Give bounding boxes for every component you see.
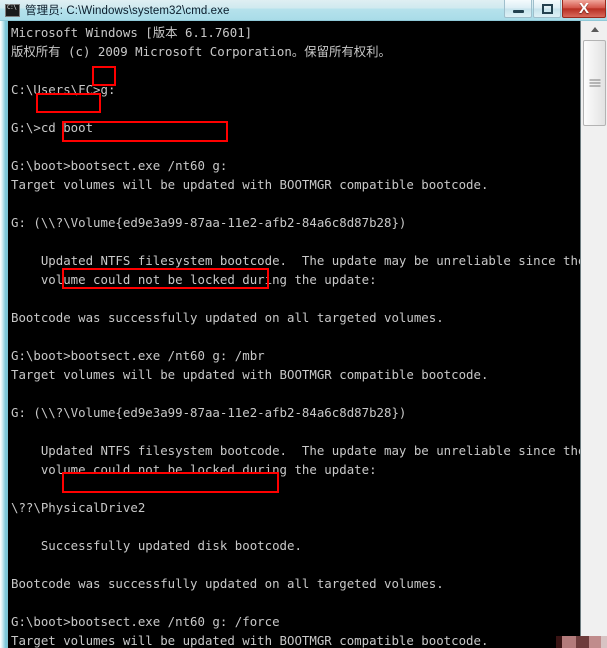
window-title: 管理员: C:\Windows\system32\cmd.exe bbox=[25, 5, 230, 17]
scrollbar-grip-icon bbox=[589, 78, 600, 89]
title-bar[interactable]: 管理员: C:\Windows\system32\cmd.exe X bbox=[0, 0, 607, 21]
console-line: Target volumes will be updated with BOOT… bbox=[11, 177, 489, 192]
console-line: Bootcode was successfully updated on all… bbox=[11, 310, 444, 325]
console-line: 版权所有 (c) 2009 Microsoft Corporation。保留所有… bbox=[11, 44, 391, 59]
scrollbar-thumb[interactable] bbox=[583, 40, 606, 126]
console-line: Updated NTFS filesystem bootcode. The up… bbox=[11, 253, 580, 268]
maximize-button[interactable] bbox=[533, 0, 561, 18]
window-client-area: Microsoft Windows [版本 6.1.7601] 版权所有 (c) … bbox=[0, 21, 607, 648]
console-line: Target volumes will be updated with BOOT… bbox=[11, 367, 489, 382]
console-line: Target volumes will be updated with BOOT… bbox=[11, 633, 489, 648]
console-line: G: (\\?\Volume{ed9e3a99-87aa-11e2-afb2-8… bbox=[11, 215, 407, 230]
cmd-console-icon bbox=[5, 3, 20, 17]
minimize-button[interactable] bbox=[504, 0, 532, 18]
scroll-up-button[interactable] bbox=[582, 21, 607, 38]
console-line: volume could not be locked during the up… bbox=[11, 462, 377, 477]
console-line: \??\PhysicalDrive2 bbox=[11, 500, 146, 515]
console-scrollbar[interactable] bbox=[580, 21, 607, 648]
console-line: G:\>cd boot bbox=[11, 120, 94, 135]
screen-artifact bbox=[556, 636, 607, 648]
console-line: G:\boot>bootsect.exe /nt60 g: /mbr bbox=[11, 348, 265, 363]
console-line: G: (\\?\Volume{ed9e3a99-87aa-11e2-afb2-8… bbox=[11, 405, 407, 420]
console-line: volume could not be locked during the up… bbox=[11, 272, 377, 287]
chevron-up-icon bbox=[590, 27, 599, 32]
console-line: G:\boot>bootsect.exe /nt60 g: /force bbox=[11, 614, 280, 629]
close-icon: X bbox=[578, 0, 589, 17]
console-line: Bootcode was successfully updated on all… bbox=[11, 576, 444, 591]
console-text: Microsoft Windows [版本 6.1.7601] 版权所有 (c) … bbox=[11, 23, 580, 648]
close-button[interactable]: X bbox=[562, 0, 606, 18]
console-line: Updated NTFS filesystem bootcode. The up… bbox=[11, 443, 580, 458]
maximize-icon bbox=[534, 0, 560, 17]
window-controls: X bbox=[503, 0, 606, 19]
console-line: Successfully updated disk bootcode. bbox=[11, 538, 302, 553]
minimize-icon bbox=[505, 0, 531, 17]
console-line: Microsoft Windows [版本 6.1.7601] bbox=[11, 25, 253, 40]
cmd-window: 管理员: C:\Windows\system32\cmd.exe X Micro… bbox=[0, 0, 607, 648]
console-output-area[interactable]: Microsoft Windows [版本 6.1.7601] 版权所有 (c) … bbox=[8, 21, 580, 648]
console-line: G:\boot>bootsect.exe /nt60 g: bbox=[11, 158, 228, 173]
console-line: C:\Users\FC>g: bbox=[11, 82, 116, 97]
